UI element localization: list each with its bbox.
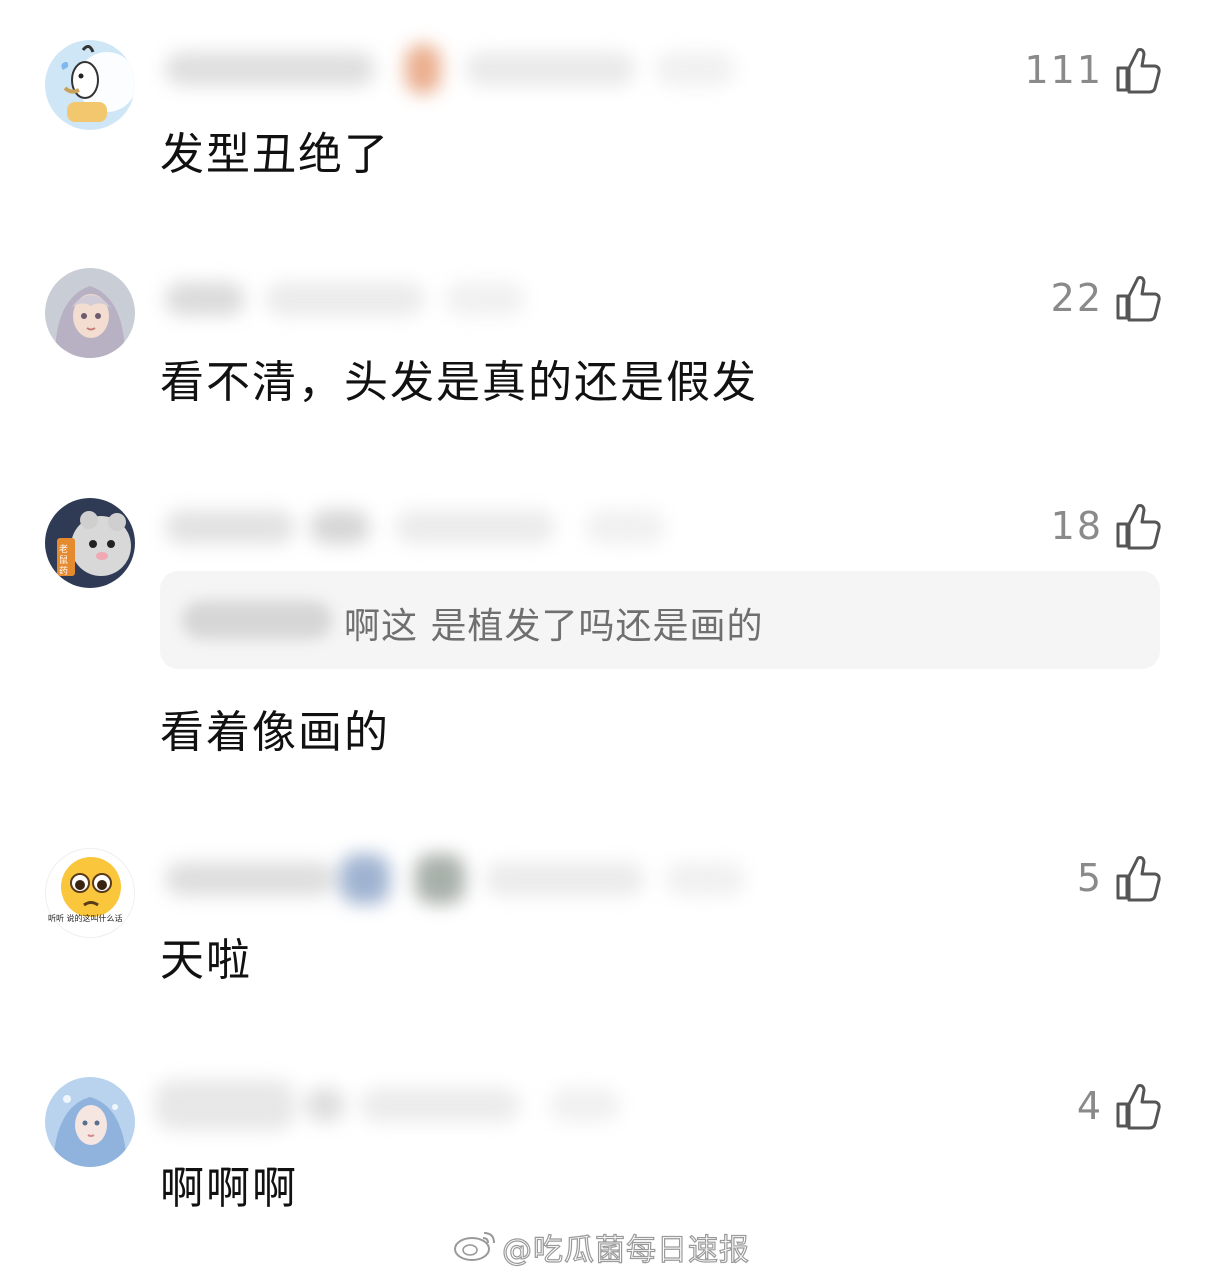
comment-item: 听听 说的这叫什么话 5 天啦 xyxy=(0,820,1206,1050)
like-button[interactable]: 111 xyxy=(1024,44,1161,96)
quoted-reply[interactable]: 啊这 是植发了吗还是画的 xyxy=(160,571,1160,669)
comment-text: 看不清，头发是真的还是假发 xyxy=(160,357,758,408)
comment-text: 发型丑绝了 xyxy=(160,129,390,180)
like-count: 4 xyxy=(1076,1084,1103,1128)
quoted-user-blurred xyxy=(182,601,332,639)
user-meta-blurred xyxy=(155,38,745,98)
thumbs-up-icon xyxy=(1115,1082,1161,1130)
comment-text: 看着像画的 xyxy=(160,707,390,758)
user-meta-blurred xyxy=(155,496,675,556)
svg-text:鼠: 鼠 xyxy=(59,554,68,566)
comment-item: 22 看不清，头发是真的还是假发 xyxy=(0,230,1206,470)
comment-item: 111 发型丑绝了 xyxy=(0,0,1206,230)
avatar-caption: 听听 说的这叫什么话 xyxy=(48,914,123,923)
user-meta-blurred xyxy=(155,268,535,328)
like-count: 111 xyxy=(1024,48,1103,92)
like-button[interactable]: 4 xyxy=(1077,1080,1161,1132)
comment-text: 天啦 xyxy=(160,935,252,986)
user-avatar[interactable] xyxy=(45,1077,135,1167)
comment-item: 4 啊啊啊 xyxy=(0,1050,1206,1225)
like-button[interactable]: 22 xyxy=(1051,272,1161,324)
thumbs-up-icon xyxy=(1115,854,1161,902)
user-meta-blurred xyxy=(155,1074,635,1134)
thumbs-up-icon xyxy=(1115,502,1161,550)
user-meta-blurred xyxy=(155,848,755,908)
like-count: 22 xyxy=(1050,276,1103,320)
svg-text:药: 药 xyxy=(59,566,68,577)
user-avatar[interactable] xyxy=(45,40,135,130)
user-avatar[interactable]: 老 鼠 药 xyxy=(45,498,135,588)
like-count: 18 xyxy=(1050,504,1103,548)
weibo-logo-icon xyxy=(452,1227,498,1267)
like-button[interactable]: 18 xyxy=(1051,500,1161,552)
thumbs-up-icon xyxy=(1115,274,1161,322)
svg-text:老: 老 xyxy=(59,543,68,555)
like-count: 5 xyxy=(1076,856,1103,900)
comment-text: 啊啊啊 xyxy=(160,1163,298,1214)
comment-item: 老 鼠 药 18 啊这 是植发了吗还是画的 看着像画的 xyxy=(0,470,1206,820)
like-button[interactable]: 5 xyxy=(1077,852,1161,904)
thumbs-up-icon xyxy=(1115,46,1161,94)
user-avatar[interactable] xyxy=(45,268,135,358)
watermark: @吃瓜菌每日速报 xyxy=(452,1225,750,1269)
watermark-text: @吃瓜菌每日速报 xyxy=(501,1232,750,1268)
quoted-reply-text: 啊这 是植发了吗还是画的 xyxy=(344,606,764,647)
